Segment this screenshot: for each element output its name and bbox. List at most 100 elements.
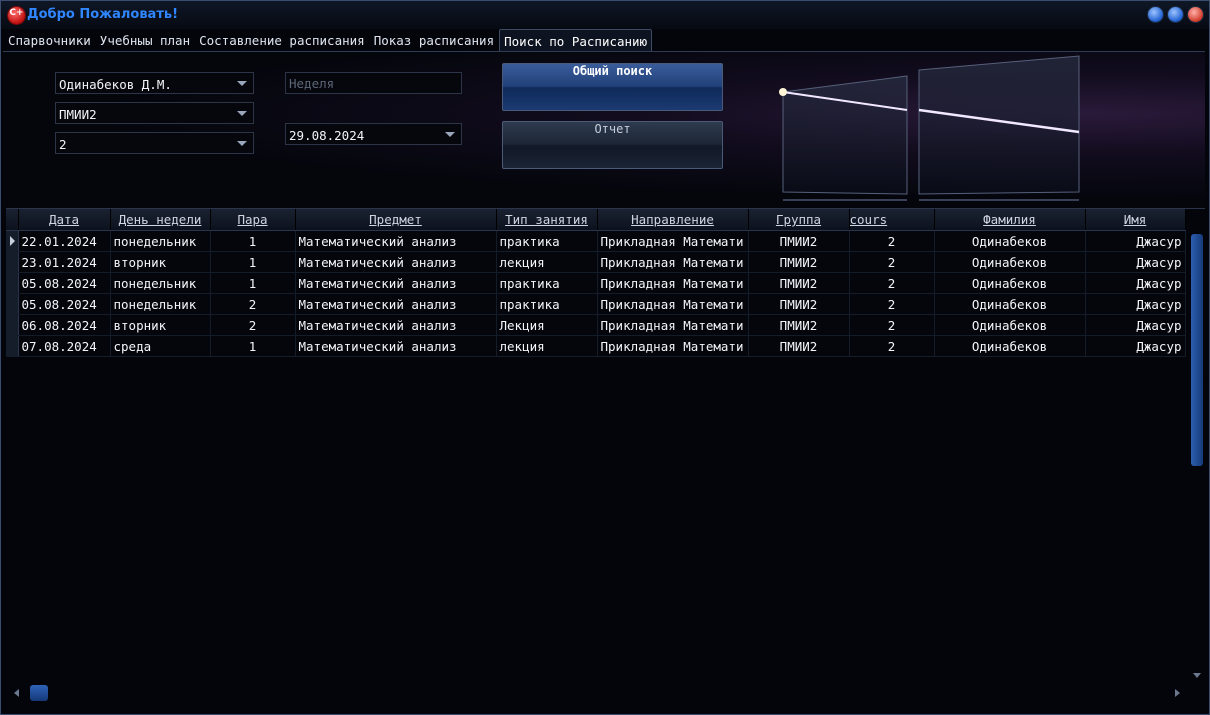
- general-search-button[interactable]: Общий поиск: [502, 63, 723, 111]
- group-select[interactable]: ПМИИ2: [55, 102, 254, 124]
- table-cell[interactable]: ПМИИ2: [748, 314, 850, 336]
- horizontal-scrollbar[interactable]: [6, 683, 1189, 703]
- table-cell[interactable]: Математический анализ: [295, 230, 497, 252]
- table-cell[interactable]: Одинабеков: [934, 230, 1086, 252]
- tab-schedule-search[interactable]: Поиск по Расписанию: [499, 29, 653, 52]
- table-cell[interactable]: ПМИИ2: [748, 293, 850, 315]
- table-row[interactable]: 05.08.2024 понедельник 1 Математический …: [6, 272, 1186, 294]
- table-cell[interactable]: Джасур: [1085, 251, 1186, 273]
- table-row[interactable]: 22.01.2024 понедельник 1 Математический …: [6, 230, 1186, 252]
- table-cell[interactable]: практика: [496, 293, 598, 315]
- tab-schedule-compose[interactable]: Составление расписания: [195, 29, 369, 51]
- table-cell[interactable]: Прикладная Математи: [597, 314, 749, 336]
- table-cell[interactable]: Одинабеков: [934, 272, 1086, 294]
- horizontal-scroll-thumb[interactable]: [30, 685, 48, 701]
- close-button[interactable]: [1188, 7, 1203, 22]
- table-cell[interactable]: понедельник: [110, 272, 211, 294]
- minimize-button[interactable]: [1148, 7, 1163, 22]
- table-cell[interactable]: Одинабеков: [934, 251, 1086, 273]
- column-header[interactable]: cours: [849, 209, 935, 231]
- table-cell[interactable]: понедельник: [110, 293, 211, 315]
- vertical-scroll-thumb[interactable]: [1191, 234, 1203, 466]
- table-cell[interactable]: 06.08.2024: [18, 314, 111, 336]
- scroll-right-arrow-icon[interactable]: [1175, 689, 1180, 697]
- column-header[interactable]: Предмет: [295, 209, 497, 231]
- row-selector[interactable]: [6, 314, 19, 336]
- tab-directories[interactable]: Спарвочники: [4, 29, 95, 51]
- table-cell[interactable]: 05.08.2024: [18, 293, 111, 315]
- table-cell[interactable]: 2: [849, 251, 935, 273]
- table-cell[interactable]: 2: [849, 314, 935, 336]
- table-cell[interactable]: Джасур: [1085, 230, 1186, 252]
- table-cell[interactable]: Прикладная Математи: [597, 251, 749, 273]
- column-header[interactable]: Дата: [18, 209, 111, 231]
- table-cell[interactable]: 23.01.2024: [18, 251, 111, 273]
- current-row-indicator[interactable]: [6, 230, 19, 252]
- table-cell[interactable]: 1: [210, 230, 296, 252]
- table-cell[interactable]: Одинабеков: [934, 314, 1086, 336]
- table-row[interactable]: 07.08.2024 среда 1 Математический анализ…: [6, 335, 1186, 357]
- scroll-left-arrow-icon[interactable]: [14, 689, 19, 697]
- report-button[interactable]: Отчет: [502, 121, 723, 169]
- week-field[interactable]: [285, 72, 462, 94]
- tab-curriculum[interactable]: Учебныы план: [96, 29, 194, 51]
- maximize-button[interactable]: [1168, 7, 1183, 22]
- table-cell[interactable]: Джасур: [1085, 314, 1186, 336]
- table-cell[interactable]: Прикладная Математи: [597, 272, 749, 294]
- table-cell[interactable]: 2: [849, 293, 935, 315]
- table-cell[interactable]: ПМИИ2: [748, 230, 850, 252]
- row-selector[interactable]: [6, 272, 19, 294]
- table-cell[interactable]: лекция: [496, 251, 598, 273]
- table-cell[interactable]: Прикладная Математи: [597, 293, 749, 315]
- week-input[interactable]: [286, 73, 461, 93]
- table-cell[interactable]: 22.01.2024: [18, 230, 111, 252]
- table-cell[interactable]: Джасур: [1085, 293, 1186, 315]
- table-cell[interactable]: понедельник: [110, 230, 211, 252]
- column-header[interactable]: Пара: [210, 209, 296, 231]
- column-header[interactable]: Имя: [1085, 209, 1186, 231]
- column-header[interactable]: Фамилия: [934, 209, 1086, 231]
- vertical-scrollbar[interactable]: [1189, 232, 1205, 684]
- table-cell[interactable]: среда: [110, 335, 211, 357]
- table-cell[interactable]: 2: [210, 293, 296, 315]
- title-bar[interactable]: C+ Добро Пожаловать!: [1, 1, 1209, 29]
- column-header[interactable]: Направление: [597, 209, 749, 231]
- tab-schedule-view[interactable]: Показ расписания: [370, 29, 498, 51]
- table-cell[interactable]: 05.08.2024: [18, 272, 111, 294]
- table-cell[interactable]: Джасур: [1085, 335, 1186, 357]
- column-header[interactable]: Группа: [748, 209, 850, 231]
- table-cell[interactable]: 2: [849, 335, 935, 357]
- table-cell[interactable]: ПМИИ2: [748, 272, 850, 294]
- table-cell[interactable]: 2: [849, 272, 935, 294]
- teacher-select[interactable]: Одинабеков Д.М.: [55, 72, 254, 94]
- table-cell[interactable]: 2: [210, 314, 296, 336]
- table-row[interactable]: 06.08.2024 вторник 2 Математический анал…: [6, 314, 1186, 336]
- course-select[interactable]: 2: [55, 132, 254, 154]
- table-cell[interactable]: Лекция: [496, 314, 598, 336]
- table-cell[interactable]: Математический анализ: [295, 293, 497, 315]
- table-cell[interactable]: Математический анализ: [295, 335, 497, 357]
- table-cell[interactable]: Математический анализ: [295, 272, 497, 294]
- table-cell[interactable]: практика: [496, 230, 598, 252]
- table-cell[interactable]: 1: [210, 335, 296, 357]
- table-cell[interactable]: вторник: [110, 314, 211, 336]
- table-cell[interactable]: ПМИИ2: [748, 251, 850, 273]
- row-selector[interactable]: [6, 293, 19, 315]
- table-cell[interactable]: 2: [849, 230, 935, 252]
- table-row[interactable]: 05.08.2024 понедельник 2 Математический …: [6, 293, 1186, 315]
- date-picker[interactable]: 29.08.2024: [285, 123, 462, 145]
- table-cell[interactable]: Прикладная Математи: [597, 230, 749, 252]
- column-header[interactable]: Тип занятия: [496, 209, 598, 231]
- table-cell[interactable]: 1: [210, 272, 296, 294]
- table-cell[interactable]: Одинабеков: [934, 293, 1086, 315]
- table-row[interactable]: 23.01.2024 вторник 1 Математический анал…: [6, 251, 1186, 273]
- scroll-down-arrow-icon[interactable]: [1193, 673, 1201, 678]
- table-cell[interactable]: Джасур: [1085, 272, 1186, 294]
- table-cell[interactable]: практика: [496, 272, 598, 294]
- row-selector[interactable]: [6, 335, 19, 357]
- table-cell[interactable]: лекция: [496, 335, 598, 357]
- column-header[interactable]: День недели: [110, 209, 211, 231]
- table-cell[interactable]: Прикладная Математи: [597, 335, 749, 357]
- table-cell[interactable]: Математический анализ: [295, 251, 497, 273]
- table-cell[interactable]: 07.08.2024: [18, 335, 111, 357]
